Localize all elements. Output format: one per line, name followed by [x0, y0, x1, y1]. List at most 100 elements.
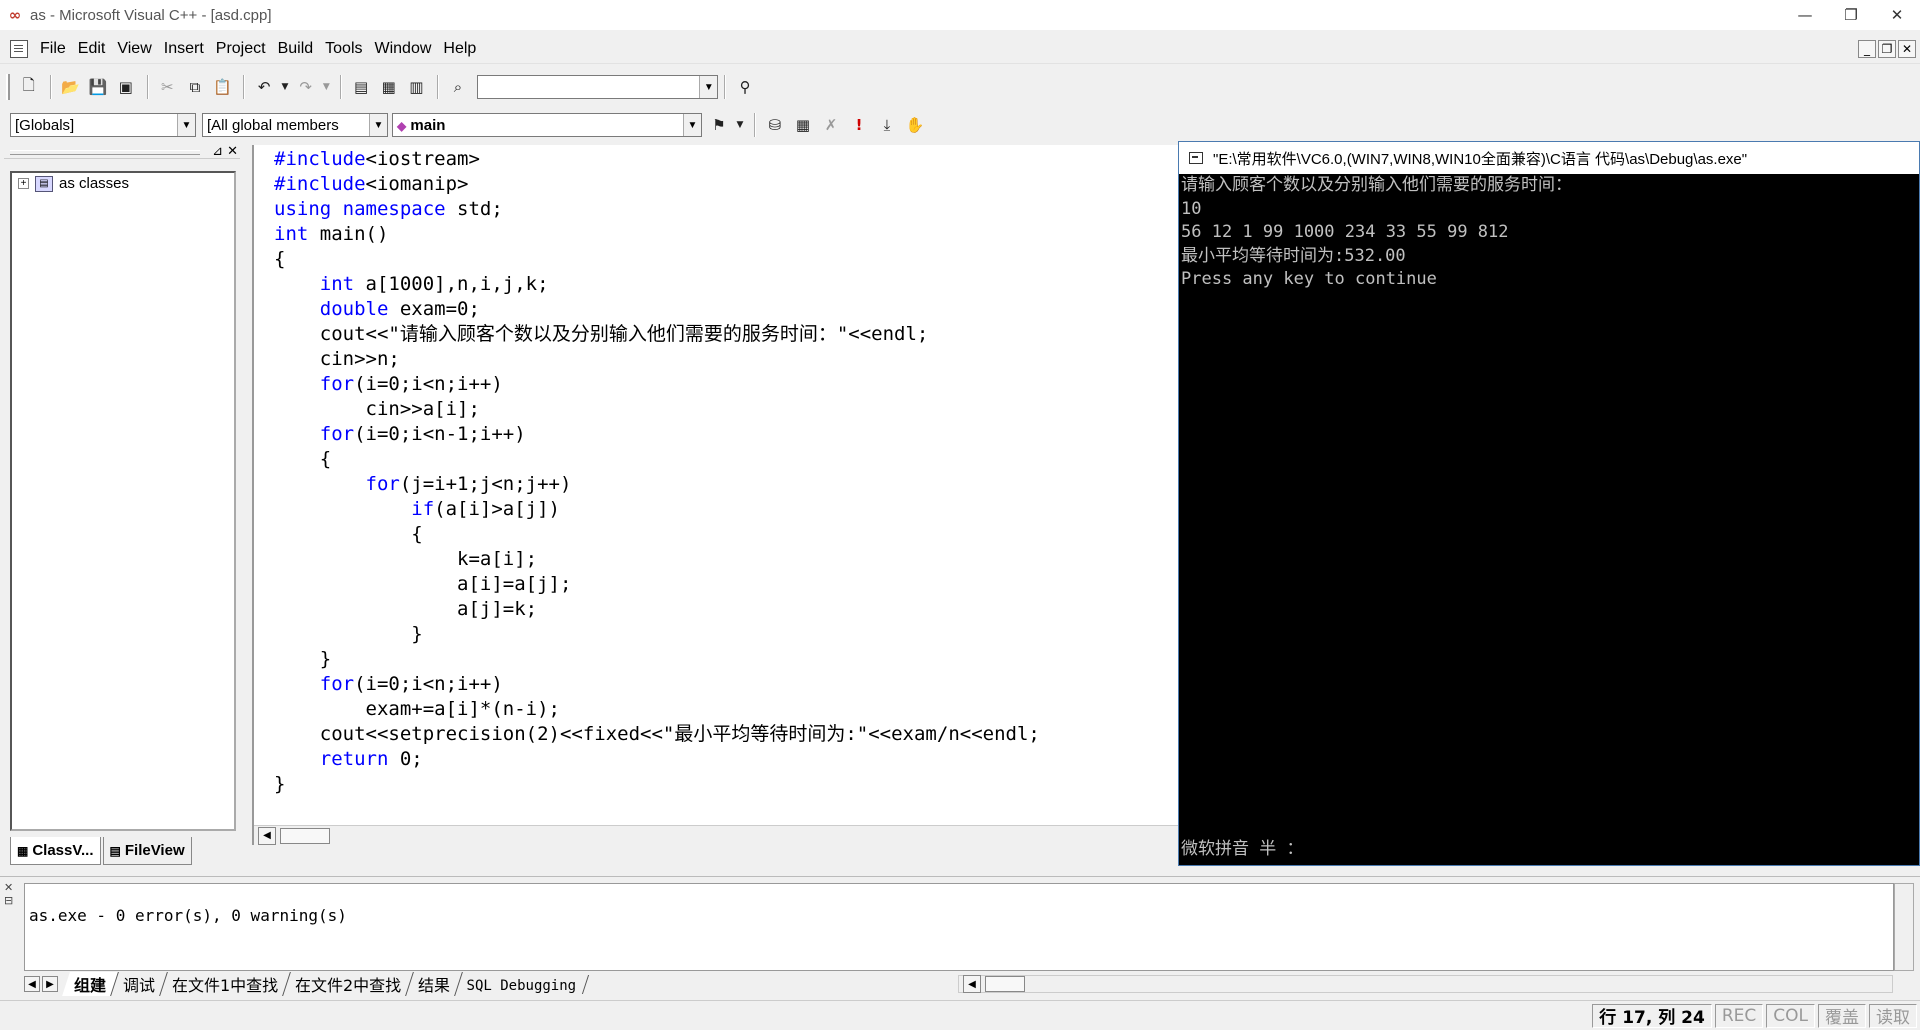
- code-line[interactable]: #include<iostream>: [274, 147, 1040, 172]
- output-close-icon[interactable]: ✕ ⊟: [4, 881, 16, 907]
- find-in-files-icon[interactable]: ⌕: [445, 74, 471, 100]
- code-line[interactable]: for(j=i+1;j<n;j++): [274, 472, 1040, 497]
- tab-find-in-files-2[interactable]: 在文件2中查找: [283, 972, 415, 996]
- compile-icon[interactable]: ⛁: [762, 112, 788, 138]
- tab-prev-icon[interactable]: ◀: [24, 976, 40, 992]
- function-combo[interactable]: ◆ main ▼: [392, 113, 702, 137]
- code-line[interactable]: return 0;: [274, 747, 1040, 772]
- stop-build-icon[interactable]: ✗: [818, 112, 844, 138]
- code-line[interactable]: int main(): [274, 222, 1040, 247]
- mdi-restore-button[interactable]: ❐: [1878, 40, 1896, 58]
- pane-grip[interactable]: [10, 150, 200, 155]
- output-text-area[interactable]: as.exe - 0 error(s), 0 warning(s): [24, 883, 1894, 971]
- tab-find-in-files-1[interactable]: 在文件1中查找: [160, 972, 292, 996]
- code-line[interactable]: using namespace std;: [274, 197, 1040, 222]
- menu-tools[interactable]: Tools: [319, 40, 368, 58]
- redo-dropdown-icon[interactable]: ▼: [320, 74, 332, 100]
- editor-horizontal-scrollbar[interactable]: ◀: [254, 825, 1180, 845]
- code-line[interactable]: exam+=a[i]*(n-i);: [274, 697, 1040, 722]
- tab-classview[interactable]: ▦ ClassV...: [10, 837, 101, 865]
- tab-debug[interactable]: 调试: [111, 972, 168, 996]
- output-vertical-scrollbar[interactable]: [1894, 883, 1914, 971]
- code-line[interactable]: cout<<"请输入顾客个数以及分别输入他们需要的服务时间："<<endl;: [274, 322, 1040, 347]
- mdi-close-button[interactable]: ✕: [1898, 40, 1916, 58]
- code-line[interactable]: }: [274, 772, 1040, 797]
- close-button[interactable]: ✕: [1874, 0, 1920, 30]
- wizard-action-icon[interactable]: ⚑: [706, 112, 732, 138]
- chevron-down-icon[interactable]: ▼: [177, 114, 195, 136]
- code-line[interactable]: cout<<setprecision(2)<<fixed<<"最小平均等待时间为…: [274, 722, 1040, 747]
- menu-insert[interactable]: Insert: [158, 40, 210, 58]
- code-line[interactable]: double exam=0;: [274, 297, 1040, 322]
- find-binoculars-icon[interactable]: ⚲: [732, 74, 758, 100]
- code-line[interactable]: {: [274, 447, 1040, 472]
- code-line[interactable]: for(i=0;i<n;i++): [274, 372, 1040, 397]
- code-line[interactable]: cin>>n;: [274, 347, 1040, 372]
- menu-help[interactable]: Help: [437, 40, 482, 58]
- tab-next-icon[interactable]: ▶: [42, 976, 58, 992]
- code-line[interactable]: }: [274, 622, 1040, 647]
- menu-window[interactable]: Window: [369, 40, 438, 58]
- tab-build[interactable]: 组建: [62, 972, 119, 996]
- tab-fileview[interactable]: ▤ FileView: [102, 837, 192, 865]
- code-line[interactable]: {: [274, 522, 1040, 547]
- code-line[interactable]: if(a[i]>a[j]): [274, 497, 1040, 522]
- restore-button[interactable]: ❐: [1828, 0, 1874, 30]
- tree-root-node[interactable]: + ▤ as classes: [18, 175, 234, 192]
- open-folder-icon[interactable]: 📂: [58, 74, 84, 100]
- tab-sql-debugging[interactable]: SQL Debugging: [456, 974, 590, 994]
- undo-dropdown-icon[interactable]: ▼: [279, 74, 291, 100]
- source-code[interactable]: #include<iostream> #include<iomanip> using…: [274, 147, 1040, 797]
- console-window[interactable]: "E:\常用软件\VC6.0,(WIN7,WIN8,WIN10全面兼容)\C语言…: [1178, 141, 1920, 866]
- undo-icon[interactable]: ↶: [251, 74, 277, 100]
- cut-icon[interactable]: ✂: [155, 74, 181, 100]
- code-line[interactable]: #include<iomanip>: [274, 172, 1040, 197]
- menu-project[interactable]: Project: [210, 40, 272, 58]
- paste-icon[interactable]: 📋: [210, 74, 236, 100]
- code-line[interactable]: a[j]=k;: [274, 597, 1040, 622]
- build-icon[interactable]: ▦: [790, 112, 816, 138]
- tab-results[interactable]: 结果: [406, 972, 464, 996]
- scroll-thumb[interactable]: [280, 827, 330, 844]
- menu-view[interactable]: View: [111, 40, 157, 58]
- workspace-icon[interactable]: ▤: [348, 74, 374, 100]
- chevron-down-icon[interactable]: ▼: [369, 114, 387, 136]
- code-line[interactable]: for(i=0;i<n-1;i++): [274, 422, 1040, 447]
- execute-icon[interactable]: !: [846, 112, 872, 138]
- class-scope-combo[interactable]: [Globals] ▼: [10, 113, 196, 137]
- new-text-file-icon[interactable]: 🗋: [16, 74, 42, 100]
- document-icon[interactable]: [10, 39, 28, 58]
- vc-app-icon[interactable]: ∞: [4, 4, 26, 26]
- code-line[interactable]: for(i=0;i<n;i++): [274, 672, 1040, 697]
- scroll-left-icon[interactable]: ◀: [963, 975, 981, 993]
- code-editor[interactable]: #include<iostream> #include<iomanip> using…: [252, 145, 1180, 845]
- chevron-down-icon[interactable]: ▼: [683, 114, 701, 136]
- wizard-action-dropdown-icon[interactable]: ▼: [734, 112, 746, 138]
- find-combo[interactable]: ▼: [476, 75, 719, 99]
- scroll-thumb[interactable]: [985, 976, 1025, 992]
- members-filter-combo[interactable]: [All global members ▼: [202, 113, 388, 137]
- mdi-minimize-button[interactable]: _: [1858, 40, 1876, 58]
- save-icon[interactable]: 💾: [85, 74, 111, 100]
- output-horizontal-scrollbar[interactable]: ◀: [958, 975, 1893, 993]
- menu-file[interactable]: File: [34, 40, 72, 58]
- code-line[interactable]: cin>>a[i];: [274, 397, 1040, 422]
- code-line[interactable]: int a[1000],n,i,j,k;: [274, 272, 1040, 297]
- breakpoint-hand-icon[interactable]: ✋: [902, 112, 928, 138]
- toolbar-grip[interactable]: [6, 74, 10, 100]
- scroll-left-icon[interactable]: ◀: [258, 826, 276, 845]
- window-list-icon[interactable]: ▥: [404, 74, 430, 100]
- menu-edit[interactable]: Edit: [72, 40, 112, 58]
- copy-icon[interactable]: ⧉: [182, 74, 208, 100]
- output-window-icon[interactable]: ▦: [376, 74, 402, 100]
- code-line[interactable]: a[i]=a[j];: [274, 572, 1040, 597]
- expand-icon[interactable]: +: [18, 178, 29, 189]
- menu-build[interactable]: Build: [272, 40, 320, 58]
- code-line[interactable]: k=a[i];: [274, 547, 1040, 572]
- go-debug-icon[interactable]: ⤓: [874, 112, 900, 138]
- redo-icon[interactable]: ↷: [293, 74, 319, 100]
- close-pane-icon[interactable]: ⊿ ✕: [212, 144, 238, 159]
- save-all-icon[interactable]: ▣: [113, 74, 139, 100]
- code-line[interactable]: }: [274, 647, 1040, 672]
- code-line[interactable]: {: [274, 247, 1040, 272]
